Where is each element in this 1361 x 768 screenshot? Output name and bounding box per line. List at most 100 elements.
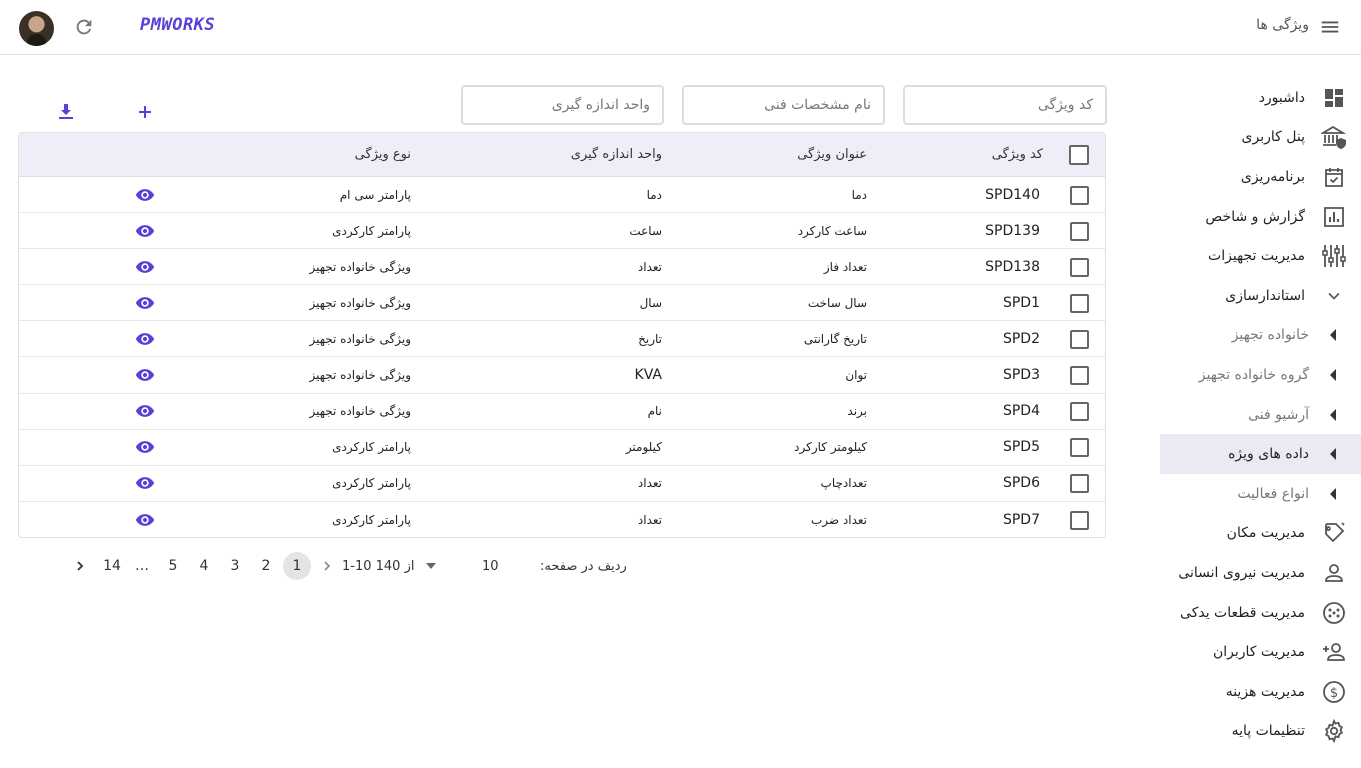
cell-type: ویژگی خانواده تجهیز (309, 259, 411, 274)
sidebar-item-equipment-family-group[interactable]: گروه خانواده تجهیز (1160, 355, 1361, 395)
page-button-4[interactable]: 4 (194, 552, 214, 580)
sidebar-item-user-panel[interactable]: پنل کاربری (1160, 118, 1361, 158)
app-logo: PMWORKS (140, 15, 216, 35)
column-header-title[interactable]: عنوان ویژگی (797, 133, 867, 176)
cell-code: SPD140 (985, 186, 1040, 203)
cell-title: ساعت کارکرد (797, 223, 867, 238)
cell-title: دما (851, 187, 867, 202)
sidebar-item-equipment[interactable]: مدیریت تجهیزات (1160, 236, 1361, 276)
top-bar: PMWORKS ویژگی ها (0, 0, 1361, 55)
view-eye-icon[interactable] (135, 295, 155, 311)
cell-title: تاریخ گارانتی (803, 331, 867, 346)
svg-text:$: $ (1330, 686, 1338, 701)
page-button-5[interactable]: 5 (163, 552, 183, 580)
row-checkbox[interactable] (1070, 257, 1089, 277)
caret-left-icon (1327, 441, 1339, 467)
caret-left-icon (1327, 322, 1339, 348)
column-header-unit[interactable]: واحد اندازه گیری (571, 133, 662, 176)
sidebar-item-cost[interactable]: $ مدیریت هزینه (1160, 672, 1361, 712)
page-ellipsis: … (135, 558, 149, 574)
sidebar-item-spare-parts[interactable]: مدیریت قطعات یدکی (1160, 593, 1361, 633)
row-checkbox[interactable] (1070, 366, 1089, 386)
rows-per-page-select[interactable]: 10 (482, 552, 499, 580)
next-page-icon[interactable] (322, 560, 332, 572)
sidebar-item-base-settings[interactable]: تنظیمات پایه (1160, 712, 1361, 752)
sidebar-item-dashboard[interactable]: داشبورد (1160, 78, 1361, 118)
row-checkbox[interactable] (1070, 402, 1089, 422)
row-checkbox[interactable] (1070, 329, 1089, 349)
calendar-check-icon (1321, 164, 1347, 190)
page-title: ویژگی ها (1256, 17, 1309, 33)
sidebar-item-standardization[interactable]: استاندارسازی (1160, 276, 1361, 316)
page-range: 1-10 از 140 (342, 558, 415, 574)
cell-type: پارامتر کارکردی (332, 440, 411, 455)
sidebar-item-location[interactable]: مدیریت مکان (1160, 514, 1361, 554)
code-filter-input[interactable]: کد ویژگی (903, 85, 1107, 125)
sidebar-item-label: برنامه‌ریزی (1240, 168, 1305, 185)
cell-unit: ساعت (629, 223, 662, 238)
view-eye-icon[interactable] (135, 223, 155, 239)
sidebar-item-equipment-family[interactable]: خانواده تجهیز (1160, 316, 1361, 356)
table-row: SPD2 تاریخ گارانتی تاریخ ویژگی خانواده تجهی… (19, 321, 1105, 358)
view-eye-icon[interactable] (135, 331, 155, 347)
cell-type: پارامتر کارکردی (332, 223, 411, 238)
caret-left-icon (1327, 402, 1339, 428)
rows-per-page-label: ردیف در صفحه: (540, 558, 627, 574)
row-checkbox[interactable] (1070, 185, 1089, 205)
view-eye-icon[interactable] (135, 512, 155, 528)
menu-icon[interactable] (1319, 16, 1341, 38)
sidebar-item-human-resources[interactable]: مدیریت نیروی انسانی (1160, 553, 1361, 593)
sidebar-item-technical-archive[interactable]: آرشیو فنی (1160, 395, 1361, 435)
view-eye-icon[interactable] (135, 439, 155, 455)
row-checkbox[interactable] (1070, 293, 1089, 313)
cell-type: پارامتر سی ام (339, 187, 411, 202)
name-filter-input[interactable]: نام مشخصات فنی (682, 85, 885, 125)
cell-unit: تعداد (637, 476, 662, 491)
view-eye-icon[interactable] (135, 187, 155, 203)
sidebar-item-users[interactable]: مدیریت کاربران (1160, 632, 1361, 672)
page-button-14[interactable]: 14 (100, 552, 124, 580)
sidebar-item-label: مدیریت هزینه (1225, 683, 1305, 700)
cell-title: کیلومتر کارکرد (794, 440, 867, 455)
view-eye-icon[interactable] (135, 475, 155, 491)
dropdown-arrow-icon[interactable] (424, 561, 438, 571)
bank-shield-icon (1321, 124, 1347, 150)
sidebar-item-label: گزارش و شاخص (1205, 208, 1305, 225)
refresh-icon[interactable] (73, 16, 95, 38)
view-eye-icon[interactable] (135, 367, 155, 383)
page-button-1[interactable]: 1 (283, 552, 311, 580)
caret-left-icon (1327, 362, 1339, 388)
cell-unit: تاریخ (638, 331, 662, 346)
table-row: SPD4 برند نام ویژگی خانواده تجهیز (19, 394, 1105, 430)
row-checkbox[interactable] (1070, 474, 1089, 494)
sidebar-item-label: مدیریت مکان (1226, 525, 1305, 542)
person-icon (1321, 560, 1347, 586)
cell-code: SPD2 (1002, 330, 1040, 347)
column-header-code[interactable]: کد ویژگی (992, 133, 1043, 176)
column-header-type[interactable]: نوع ویژگی (355, 133, 411, 176)
view-eye-icon[interactable] (135, 403, 155, 419)
user-avatar[interactable] (19, 11, 54, 46)
page-button-3[interactable]: 3 (225, 552, 245, 580)
download-icon[interactable] (56, 101, 76, 123)
sidebar-item-label: آرشیو فنی (1248, 406, 1309, 423)
view-eye-icon[interactable] (135, 259, 155, 275)
sidebar-item-planning[interactable]: برنامه‌ریزی (1160, 157, 1361, 197)
cell-unit: نام (647, 404, 662, 419)
cell-code: SPD4 (1002, 403, 1040, 420)
sidebar-item-label: داده های ویژه (1228, 446, 1309, 463)
sidebar-item-activity-types[interactable]: انواع فعالیت (1160, 474, 1361, 514)
select-all-checkbox[interactable] (1069, 144, 1089, 165)
sidebar-item-reports[interactable]: گزارش و شاخص (1160, 197, 1361, 237)
cell-type: ویژگی خانواده تجهیز (309, 331, 411, 346)
chevron-right-icon[interactable] (75, 560, 85, 572)
unit-filter-input[interactable]: واحد اندازه گیری (461, 85, 664, 125)
row-checkbox[interactable] (1070, 510, 1089, 530)
sidebar-item-special-data[interactable]: داده های ویژه (1160, 434, 1361, 474)
row-checkbox[interactable] (1070, 438, 1089, 458)
location-tag-icon (1321, 520, 1347, 546)
cell-title: تعدادچاپ (820, 476, 867, 491)
row-checkbox[interactable] (1070, 221, 1089, 241)
add-icon[interactable] (135, 101, 155, 123)
page-button-2[interactable]: 2 (256, 552, 276, 580)
